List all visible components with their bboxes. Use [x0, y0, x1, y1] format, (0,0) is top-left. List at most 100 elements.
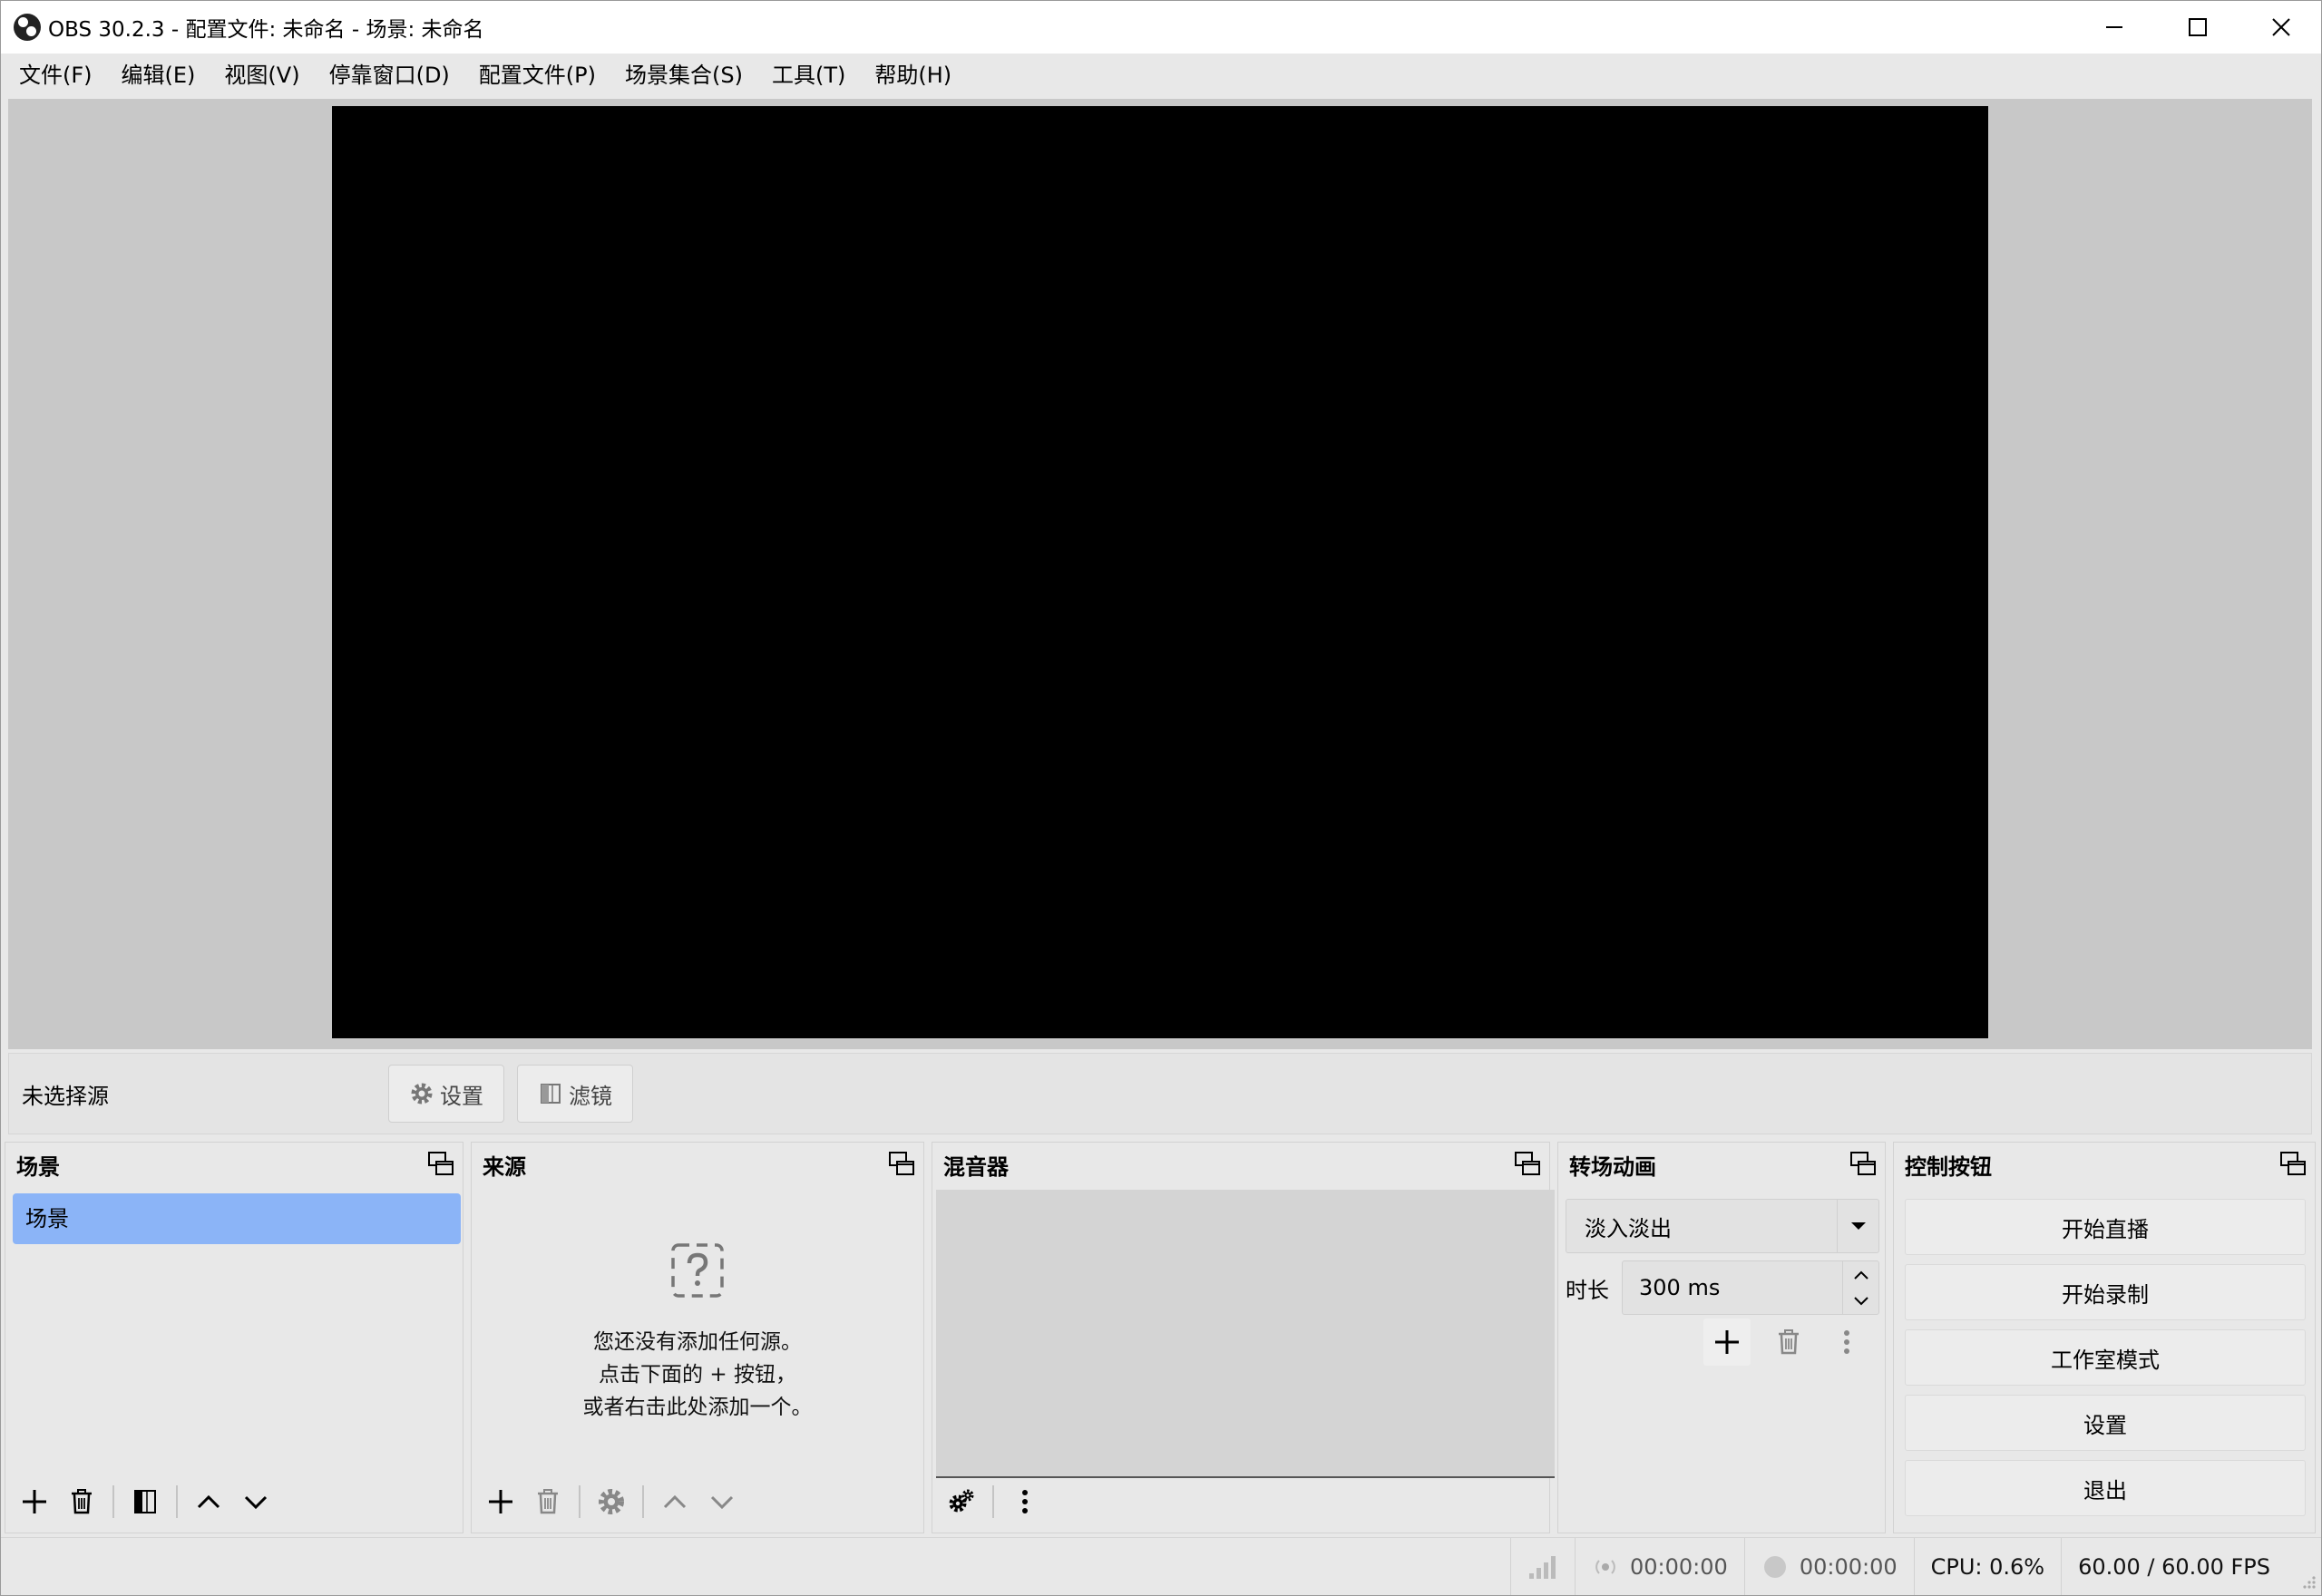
- controls-dock-title: 控制按钮: [1905, 1153, 1992, 1180]
- mixer-dock-title: 混音器: [943, 1153, 1009, 1180]
- remove-source-button[interactable]: [524, 1478, 571, 1525]
- chevron-down-icon[interactable]: [1853, 1295, 1869, 1308]
- remove-transition-button[interactable]: [1765, 1319, 1812, 1366]
- chevron-down-icon: [710, 1495, 734, 1510]
- start-recording-button[interactable]: 开始录制: [1905, 1264, 2306, 1320]
- sources-dock: 来源 您还没有添加任何源。 点击下面的 + 按钮， 或者右击此处添加一个。: [471, 1142, 924, 1533]
- menu-profile[interactable]: 配置文件(P): [464, 54, 610, 97]
- add-transition-button[interactable]: [1703, 1319, 1751, 1366]
- minimize-button[interactable]: [2073, 1, 2156, 54]
- undock-button[interactable]: [2278, 1150, 2307, 1179]
- add-scene-button[interactable]: [11, 1478, 58, 1525]
- source-filters-label: 滤镜: [569, 1083, 612, 1109]
- advanced-audio-properties-button[interactable]: [938, 1478, 985, 1525]
- scenes-dock-header: 场景: [5, 1143, 463, 1186]
- sources-dock-header: 来源: [472, 1143, 923, 1186]
- menu-tools[interactable]: 工具(T): [757, 54, 860, 97]
- dropdown-arrow[interactable]: [1837, 1200, 1878, 1252]
- minimize-icon: [2106, 26, 2122, 28]
- undock-button[interactable]: [1513, 1150, 1542, 1179]
- source-filters-button[interactable]: 滤镜: [517, 1065, 633, 1123]
- start-streaming-button[interactable]: 开始直播: [1905, 1199, 2306, 1255]
- settings-button[interactable]: 设置: [1905, 1395, 2306, 1451]
- maximize-icon: [2189, 18, 2207, 36]
- menu-docks[interactable]: 停靠窗口(D): [315, 54, 464, 97]
- preview-canvas[interactable]: [332, 106, 1988, 1038]
- transition-select[interactable]: 淡入淡出: [1566, 1199, 1879, 1253]
- move-scene-down-button[interactable]: [232, 1478, 279, 1525]
- record-dot-icon: [1763, 1555, 1786, 1578]
- close-icon: [2272, 18, 2290, 36]
- mixer-menu-button[interactable]: [1001, 1478, 1049, 1525]
- sources-toolbar: [477, 1476, 746, 1527]
- transition-duration-row: 时长 300 ms: [1566, 1260, 1879, 1315]
- float-window-icon: [889, 1152, 914, 1175]
- mixer-toolbar: [938, 1476, 1049, 1527]
- no-source-selected-label: 未选择源: [22, 1083, 109, 1109]
- mixer-channels-area[interactable]: [936, 1190, 1555, 1478]
- resize-grip[interactable]: [2287, 1538, 2321, 1596]
- controls-dock: 控制按钮 开始直播 开始录制 工作室模式 设置 退出: [1893, 1142, 2316, 1533]
- float-window-icon: [428, 1152, 454, 1175]
- obs-logo-icon: [14, 14, 41, 41]
- empty-sources-message[interactable]: 您还没有添加任何源。 点击下面的 + 按钮， 或者右击此处添加一个。: [472, 1242, 923, 1424]
- transitions-dock-header: 转场动画: [1558, 1143, 1885, 1186]
- control-buttons: 开始直播 开始录制 工作室模式 设置 退出: [1905, 1199, 2306, 1525]
- move-scene-up-button[interactable]: [185, 1478, 232, 1525]
- obs-window: OBS 30.2.3 - 配置文件: 未命名 - 场景: 未命名 文件(F) 编…: [0, 0, 2322, 1596]
- scene-list-item[interactable]: 场景: [13, 1193, 461, 1244]
- scene-filters-button[interactable]: [122, 1478, 169, 1525]
- menu-help[interactable]: 帮助(H): [860, 54, 966, 97]
- filter-icon: [541, 1084, 561, 1104]
- plus-icon: [489, 1490, 512, 1513]
- undock-button[interactable]: [1849, 1150, 1878, 1179]
- filter-icon: [134, 1490, 156, 1513]
- studio-mode-button[interactable]: 工作室模式: [1905, 1329, 2306, 1386]
- scene-transitions-dock: 转场动画 淡入淡出 时长 300 ms: [1557, 1142, 1886, 1533]
- stream-time: 00:00:00: [1630, 1553, 1728, 1580]
- undock-button[interactable]: [887, 1150, 916, 1179]
- scenes-dock: 场景 场景: [5, 1142, 463, 1533]
- spin-arrows: [1842, 1261, 1878, 1314]
- exit-button[interactable]: 退出: [1905, 1460, 2306, 1516]
- transition-tools: [1703, 1319, 1870, 1366]
- move-source-up-button[interactable]: [651, 1478, 698, 1525]
- empty-sources-line-2: 点击下面的 + 按钮，: [599, 1363, 796, 1387]
- close-button[interactable]: [2239, 1, 2321, 54]
- audio-mixer-dock: 混音器: [932, 1142, 1555, 1533]
- gear-icon: [599, 1489, 624, 1514]
- menu-scene-collection[interactable]: 场景集合(S): [610, 54, 757, 97]
- move-source-down-button[interactable]: [698, 1478, 746, 1525]
- fps-counter: 60.00 / 60.00 FPS: [2061, 1537, 2287, 1595]
- maximize-button[interactable]: [2156, 1, 2239, 54]
- remove-scene-button[interactable]: [58, 1478, 105, 1525]
- menu-bar: 文件(F) 编辑(E) 视图(V) 停靠窗口(D) 配置文件(P) 场景集合(S…: [1, 54, 2321, 97]
- add-source-button[interactable]: [477, 1478, 524, 1525]
- sources-dock-title: 来源: [483, 1153, 526, 1180]
- stream-time-status: 00:00:00: [1575, 1537, 1744, 1595]
- source-settings-button[interactable]: 设置: [388, 1065, 504, 1123]
- preview-area[interactable]: [8, 99, 2312, 1049]
- scene-list: 场景: [13, 1193, 461, 1244]
- undock-button[interactable]: [426, 1150, 455, 1179]
- window-title: OBS 30.2.3 - 配置文件: 未命名 - 场景: 未命名: [48, 18, 484, 42]
- duration-spinbox[interactable]: 300 ms: [1622, 1260, 1879, 1315]
- float-window-icon: [1850, 1152, 1876, 1175]
- source-properties-button[interactable]: [588, 1478, 635, 1525]
- chevron-down-icon: [244, 1495, 268, 1510]
- resize-grip-icon: [2303, 1575, 2316, 1589]
- duration-value: 300 ms: [1639, 1275, 1721, 1300]
- chevron-up-icon[interactable]: [1853, 1269, 1869, 1281]
- menu-edit[interactable]: 编辑(E): [107, 54, 210, 97]
- title-bar[interactable]: OBS 30.2.3 - 配置文件: 未命名 - 场景: 未命名: [1, 1, 2321, 54]
- scenes-toolbar: [11, 1476, 279, 1527]
- caret-down-icon: [1850, 1222, 1866, 1230]
- trash-icon: [538, 1489, 558, 1514]
- source-toolbar: 未选择源 设置 滤镜: [8, 1053, 2312, 1134]
- menu-view[interactable]: 视图(V): [210, 54, 314, 97]
- transition-select-value: 淡入淡出: [1585, 1215, 1672, 1241]
- transition-properties-button[interactable]: [1823, 1319, 1870, 1366]
- network-status: [1510, 1537, 1575, 1595]
- empty-sources-line-1: 您还没有添加任何源。: [593, 1330, 802, 1354]
- menu-file[interactable]: 文件(F): [5, 54, 107, 97]
